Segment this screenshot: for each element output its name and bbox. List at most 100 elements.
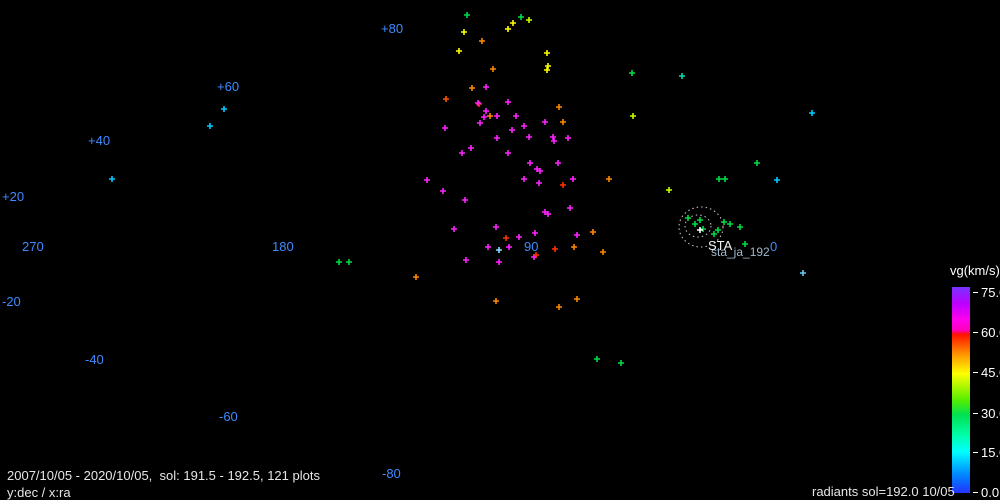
meteor-radiant-point — [556, 304, 562, 310]
meteor-radiant-point — [521, 176, 527, 182]
meteor-radiant-point — [560, 182, 566, 188]
colorbar-tick-label: 0.0 — [981, 485, 1000, 500]
meteor-radiant-point — [336, 259, 342, 265]
dec-label-p40: +40 — [88, 133, 111, 148]
dec-label-p20: +20 — [2, 189, 25, 204]
meteor-radiant-point — [697, 217, 703, 223]
meteor-radiant-point — [496, 247, 502, 253]
sky-map-plot — [0, 0, 815, 366]
meteor-radiant-point — [487, 113, 493, 119]
colorbar-tick-label: 60.0 — [981, 325, 1000, 340]
radiant-map-window: 270 180 90 0 +80 +60 +40 +20 -20 -40 -60… — [0, 0, 1000, 500]
meteor-radiant-point — [475, 100, 481, 106]
meteor-radiant-point — [413, 274, 419, 280]
date-range-caption: 2007/10/05 - 2020/10/05, sol: 191.5 - 19… — [7, 468, 320, 483]
meteor-radiant-point — [481, 114, 487, 120]
axes-caption: y:dec / x:ra — [7, 485, 71, 500]
meteor-radiant-point — [509, 127, 515, 133]
meteor-radiant-point — [424, 177, 430, 183]
meteor-radiant-point — [483, 108, 489, 114]
meteor-radiant-point — [560, 119, 566, 125]
meteor-radiant-point — [711, 231, 717, 237]
meteor-radiant-point — [207, 123, 213, 129]
meteor-radiant-point — [459, 150, 465, 156]
meteor-radiant-point — [490, 66, 496, 72]
ra-label-90: 90 — [524, 239, 539, 254]
meteor-radiant-point — [800, 270, 806, 276]
meteor-radiant-point — [716, 176, 722, 182]
meteor-radiant-point — [221, 106, 227, 112]
meteor-radiant-point — [567, 205, 573, 211]
meteor-radiant-point — [496, 259, 502, 265]
meteor-radiant-point — [451, 226, 457, 232]
meteor-radiant-point — [721, 219, 727, 225]
dec-label-p60: +60 — [217, 79, 240, 94]
colorbar-tick-label: 75.0 — [981, 285, 1000, 300]
meteor-radiant-point — [527, 160, 533, 166]
meteor-radiant-point — [510, 20, 516, 26]
meteor-radiant-point — [493, 224, 499, 230]
meteor-radiant-point — [464, 12, 470, 18]
meteor-radiant-point — [443, 96, 449, 102]
meteor-radiant-point — [679, 73, 685, 79]
meteor-radiant-point — [476, 101, 482, 107]
meteor-radiant-point — [692, 221, 698, 227]
ra-label-0: 0 — [770, 239, 778, 254]
dec-label-m60: -60 — [219, 409, 238, 424]
meteor-radiant-point — [521, 123, 527, 129]
vg-colorbar-title: vg(km/s) — [950, 263, 1000, 278]
colorbar-tick-mark — [973, 452, 978, 453]
meteor-radiant-point — [737, 224, 743, 230]
meteor-radiant-point — [571, 244, 577, 250]
meteor-radiant-point — [727, 221, 733, 227]
meteor-radiant-point — [494, 135, 500, 141]
meteor-radiant-point — [630, 113, 636, 119]
meteor-radiant-point — [346, 259, 352, 265]
meteor-radiant-point — [544, 67, 550, 73]
meteor-radiant-point — [461, 29, 467, 35]
meteor-radiant-point — [506, 244, 512, 250]
radiants-sol-caption: radiants sol=192.0 10/05 — [812, 484, 955, 499]
meteor-radiant-point — [536, 180, 542, 186]
colorbar-tick-label: 30.0 — [981, 406, 1000, 421]
ra-label-180: 180 — [272, 239, 294, 254]
meteor-radiant-point — [479, 38, 485, 44]
meteor-radiant-point — [774, 177, 780, 183]
meteor-radiant-point — [503, 235, 509, 241]
meteor-radiant-point — [518, 14, 524, 20]
meteor-radiant-point — [565, 135, 571, 141]
meteor-radiant-point — [505, 26, 511, 32]
meteor-radiant-point — [722, 176, 728, 182]
meteor-radiant-point — [555, 160, 561, 166]
meteor-radiant-point — [505, 99, 511, 105]
colorbar-tick-label: 45.0 — [981, 365, 1000, 380]
dec-label-m80: -80 — [382, 466, 401, 481]
meteor-radiant-point — [570, 176, 576, 182]
meteor-radiant-point — [550, 134, 556, 140]
dec-label-m40: -40 — [85, 352, 104, 367]
meteor-radiant-point — [513, 113, 519, 119]
shower-label: STA — [708, 238, 733, 253]
meteor-radiant-point — [556, 104, 562, 110]
meteor-radiant-point — [666, 187, 672, 193]
meteor-radiant-point — [590, 229, 596, 235]
meteor-radiant-point — [493, 298, 499, 304]
colorbar-tick-mark — [973, 372, 978, 373]
meteor-radiant-point — [594, 356, 600, 362]
meteor-radiant-point — [456, 48, 462, 54]
meteor-radiant-point — [462, 197, 468, 203]
meteor-radiant-point — [754, 160, 760, 166]
meteor-radiant-point — [483, 84, 489, 90]
meteor-radiant-point — [542, 119, 548, 125]
meteor-radiant-point — [545, 63, 551, 69]
colorbar-tick-mark — [973, 292, 978, 293]
meteor-radiant-point — [463, 257, 469, 263]
meteor-radiant-point — [606, 176, 612, 182]
colorbar-tick-mark — [973, 413, 978, 414]
meteor-radiant-point — [700, 226, 706, 232]
meteor-radiant-point — [526, 134, 532, 140]
meteor-radiant-point — [526, 17, 532, 23]
meteor-radiant-point — [809, 110, 815, 116]
meteor-radiant-point — [505, 150, 511, 156]
dec-label-m20: -20 — [2, 294, 21, 309]
